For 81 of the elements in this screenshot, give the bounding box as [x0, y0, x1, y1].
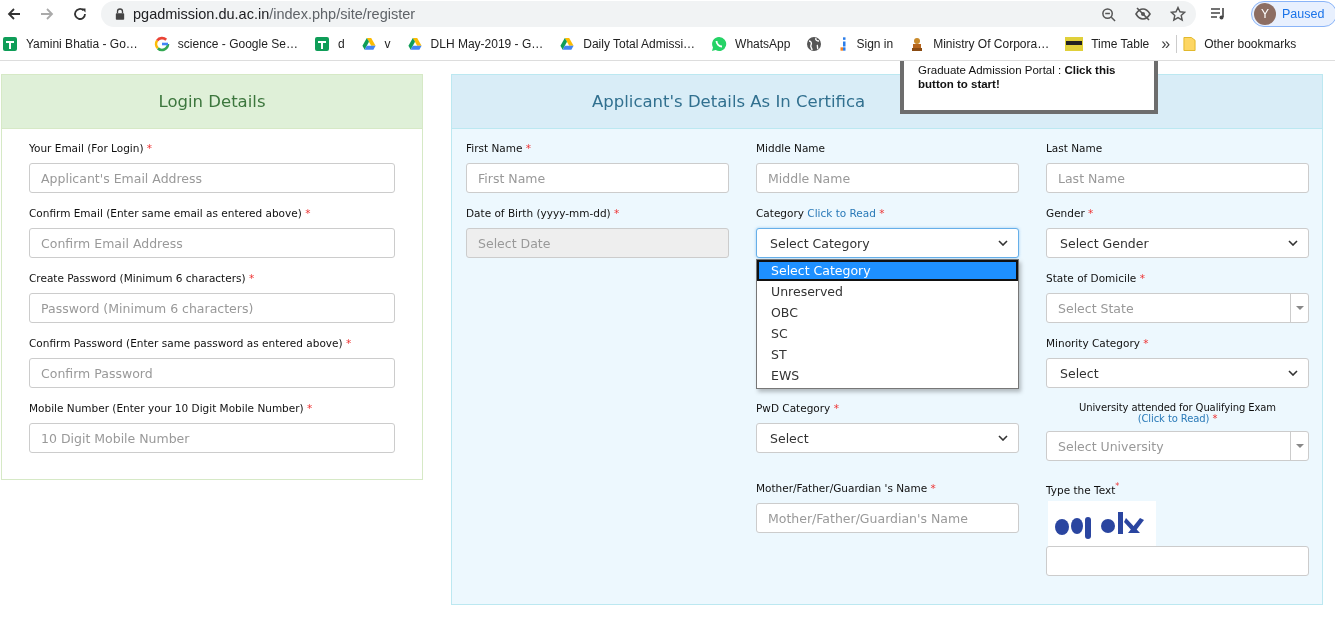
caret-icon: [1295, 444, 1304, 448]
input-field[interactable]: Applicant's Email Address: [29, 163, 395, 193]
bookmark-link[interactable]: Time Table: [1091, 37, 1150, 51]
read-link[interactable]: Click to Read: [807, 207, 876, 219]
field-label: Date of Birth (yyyy-mm-dd) *: [466, 207, 621, 221]
bookmark-link[interactable]: science - Google Se…: [177, 37, 298, 51]
input-field[interactable]: First Name: [466, 163, 729, 193]
forward-icon[interactable]: [39, 6, 55, 22]
dropdown-option[interactable]: EWS: [757, 365, 1018, 386]
profile-button[interactable]: Y Paused: [1251, 1, 1335, 27]
input-field[interactable]: Middle Name: [756, 163, 1019, 193]
field-label: First Name *: [466, 142, 532, 156]
bookmark-link[interactable]: Yamini Bhatia - Go…: [26, 37, 138, 51]
url-path: /index.php/site/register: [269, 6, 416, 22]
field-label: Middle Name: [756, 142, 826, 156]
dropdown-option[interactable]: Unreserved: [757, 281, 1018, 302]
bars-icon[interactable]: [838, 35, 849, 53]
field-label: Last Name: [1046, 142, 1104, 156]
bookmark-link[interactable]: Sign in: [856, 37, 894, 51]
dropdown-option[interactable]: SC: [757, 323, 1018, 344]
chevron-icon: [998, 240, 1008, 246]
lock-icon: [115, 8, 125, 20]
panel-title: Applicant's Details As In Certifica: [592, 92, 866, 111]
field-label: Mother/Father/Guardian 's Name *: [756, 482, 937, 496]
field-label: Your Email (For Login) *: [29, 142, 154, 156]
bookmark-link[interactable]: Daily Total Admissi…: [583, 37, 696, 51]
captcha-input-field[interactable]: [1046, 546, 1309, 576]
read-link[interactable]: (Click to Read): [1137, 413, 1210, 424]
globe-icon[interactable]: [806, 36, 823, 52]
field-label: Minority Category *: [1046, 337, 1150, 351]
caret-icon: [1295, 306, 1304, 310]
triangle-icon[interactable]: [559, 37, 576, 51]
triangle-icon[interactable]: [360, 37, 377, 51]
chevron-icon: [1288, 370, 1298, 376]
back-icon[interactable]: [6, 6, 22, 22]
input-field[interactable]: Confirm Email Address: [29, 228, 395, 258]
spreadsheet-icon[interactable]: [313, 36, 330, 52]
more-bookmarks-button[interactable]: »: [1161, 35, 1171, 53]
reload-icon[interactable]: [72, 6, 88, 22]
field-label: Confirm Password (Enter same password as entered above) *: [29, 337, 353, 351]
address-bar[interactable]: pgadmission.du.ac.in/index.php/site/register: [101, 1, 1196, 27]
panel-title: Login Details: [158, 92, 266, 111]
field-label: Category Click to Read *: [756, 207, 886, 221]
spreadsheet-icon[interactable]: [2, 36, 18, 52]
select-dropdown[interactable]: Select Category: [756, 228, 1019, 258]
zoom-out-icon[interactable]: [1101, 6, 1116, 22]
media-list-icon[interactable]: [1210, 6, 1226, 22]
bookmark-link[interactable]: v: [384, 37, 391, 51]
input-field[interactable]: 10 Digit Mobile Number: [29, 423, 395, 453]
select-dropdown[interactable]: Select Gender: [1046, 228, 1309, 258]
field-label: Gender *: [1046, 207, 1095, 221]
input-field[interactable]: Password (Minimum 6 characters): [29, 293, 395, 323]
popup-text: Graduate Admission Portal : Click this button to start!: [918, 63, 1117, 91]
dropdown-option[interactable]: OBC: [757, 302, 1018, 323]
input-field[interactable]: Mother/Father/Guardian's Name: [756, 503, 1019, 533]
avatar: Y: [1254, 3, 1276, 25]
select-dropdown[interactable]: Select: [1046, 358, 1309, 388]
multicolor-ring-icon[interactable]: [153, 36, 170, 52]
input-field[interactable]: Confirm Password: [29, 358, 395, 388]
dropdown-option[interactable]: ST: [757, 344, 1018, 365]
chevron-icon: [1288, 240, 1298, 246]
url-host: pgadmission.du.ac.in: [133, 6, 270, 22]
field-label: Type the Text$^{*}$: [1046, 482, 1121, 496]
tile-icon[interactable]: [1065, 37, 1084, 51]
bookmark-link[interactable]: WhatsApp: [735, 37, 791, 51]
eye-off-icon[interactable]: [1135, 6, 1151, 22]
triangle-icon[interactable]: [406, 37, 423, 51]
field-label: Mobile Number (Enter your 10 Digit Mobile Number) *: [29, 402, 314, 416]
bookmark-folder[interactable]: Other bookmarks: [1204, 37, 1297, 51]
select-dropdown[interactable]: Select: [756, 423, 1019, 453]
bookmark-link[interactable]: d: [337, 37, 345, 51]
bookmark-link[interactable]: DLH May-2019 - G…: [430, 37, 544, 51]
chevron-icon: [998, 435, 1008, 441]
bookmark-link[interactable]: Ministry Of Corpora…: [933, 37, 1050, 51]
field-label: University attended for Qualifying Exam (Click to Read) *: [1077, 402, 1277, 426]
field-label: PwD Category *: [756, 402, 840, 416]
star-icon[interactable]: [1170, 6, 1186, 22]
input-field[interactable]: Last Name: [1046, 163, 1309, 193]
field-label: State of Domicile *: [1046, 272, 1146, 286]
field-label: Create Password (Minimum 6 characters) *: [29, 272, 256, 286]
field-label: Confirm Email (Enter same email as entered above) *: [29, 207, 312, 221]
